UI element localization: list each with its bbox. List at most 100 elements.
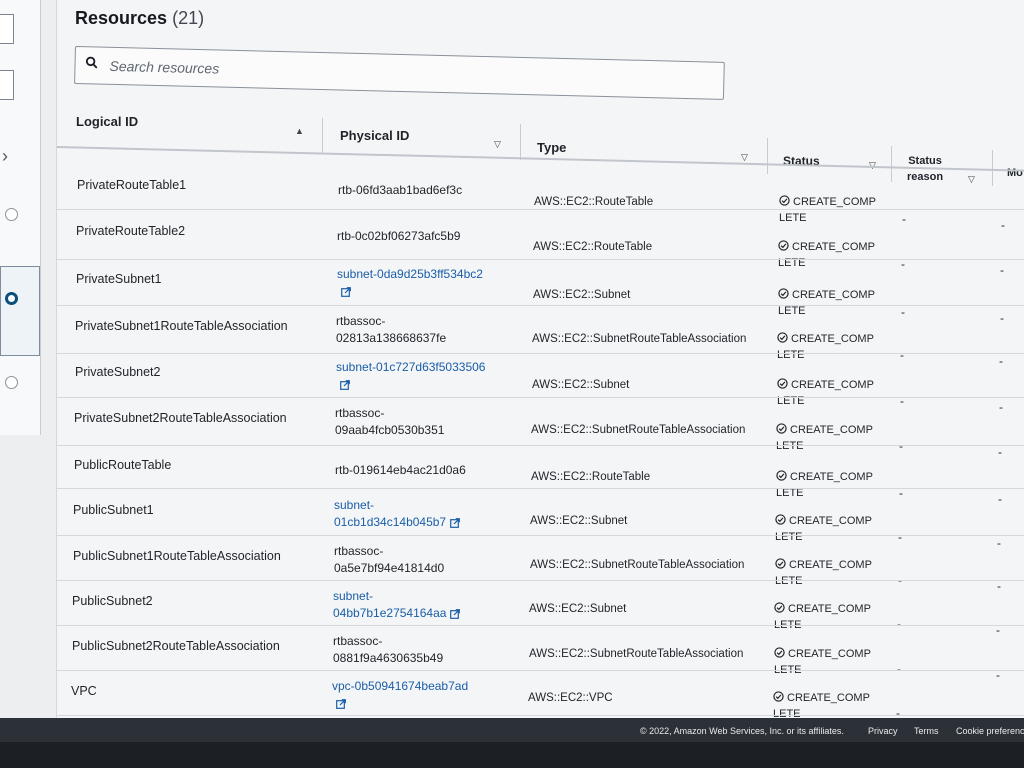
row-divider — [57, 209, 1024, 210]
physical-id-line-2[interactable]: 01cb1d34c14b045b7 — [334, 515, 446, 529]
footer-terms-link[interactable]: Terms — [914, 726, 939, 736]
external-link-icon[interactable] — [341, 286, 351, 297]
status-text: CREATE_COMP — [791, 333, 874, 345]
physical-id-line-1[interactable]: subnet- — [334, 497, 504, 514]
search-box[interactable] — [74, 46, 725, 100]
table-row[interactable]: PublicSubnet2RouteTableAssociation rtbass… — [57, 627, 1024, 682]
table-row[interactable]: PrivateRouteTable1 rtb-06fd3aab1bad6ef3c A… — [57, 168, 1024, 232]
physical-id-link[interactable]: subnet-01c727d63f5033506 — [336, 359, 506, 376]
physical-id-line-1: rtb-0c02bf06273afc5b9 — [337, 229, 461, 243]
column-header-type[interactable]: Type — [537, 140, 566, 155]
physical-id-line-1: rtbassoc- — [336, 314, 386, 328]
chevron-right-icon[interactable]: › — [2, 146, 8, 167]
physical-id: rtb-0c02bf06273afc5b9 — [337, 228, 507, 245]
sort-icon[interactable]: ▽ — [494, 139, 501, 150]
resource-type: AWS::EC2::VPC — [528, 692, 613, 704]
physical-id[interactable]: vpc-0b50941674beab7ad — [332, 678, 502, 712]
status-text: CREATE_COMP — [792, 241, 875, 253]
physical-id-line-1: rtbassoc- — [334, 544, 384, 558]
success-check-icon — [777, 332, 788, 343]
success-check-icon — [775, 514, 786, 525]
table-row[interactable]: PublicSubnet1 subnet- 01cb1d34c14b045b7 AWS… — [57, 492, 1024, 550]
resource-type: AWS::EC2::Subnet — [529, 603, 627, 615]
logical-id: PublicRouteTable — [74, 458, 172, 472]
row-divider — [57, 488, 1024, 489]
logical-id: VPC — [71, 684, 97, 698]
external-link-icon[interactable] — [450, 517, 461, 528]
physical-id-line-2[interactable]: 04bb7b1e2754164aa — [333, 606, 446, 620]
physical-id-line-1: rtb-019614eb4ac21d0a6 — [335, 463, 466, 477]
physical-id[interactable]: subnet-01c727d63f5033506 — [336, 359, 506, 393]
physical-id: rtb-06fd3aab1bad6ef3c — [338, 182, 508, 199]
resource-type: AWS::EC2::SubnetRouteTableAssociation — [531, 424, 746, 436]
stacks-list-panel: › — [0, 0, 41, 435]
collapsed-control[interactable] — [0, 14, 14, 44]
external-link-icon[interactable] — [450, 608, 461, 619]
resource-type: AWS::EC2::RouteTable — [531, 471, 651, 483]
logical-id: PublicSubnet2RouteTableAssociation — [72, 639, 280, 653]
physical-id[interactable]: subnet- 04bb7b1e2754164aa — [333, 588, 503, 622]
search-input[interactable] — [107, 53, 712, 93]
physical-id: rtbassoc- 09aab4fcb0530b351 — [335, 405, 505, 439]
status-text: CREATE_COMP — [791, 379, 874, 391]
row-divider — [57, 715, 1024, 716]
external-link-icon[interactable] — [340, 379, 350, 390]
status-text: CREATE_COMP — [789, 515, 872, 527]
success-check-icon — [776, 470, 787, 481]
row-divider — [57, 670, 1024, 671]
physical-id-line-1: rtbassoc- — [335, 406, 385, 420]
resources-count: (21) — [172, 8, 205, 28]
physical-id-line-2: 09aab4fcb0530b351 — [335, 423, 445, 437]
physical-id-line-1[interactable]: subnet- — [333, 588, 503, 605]
physical-id-line-1: rtbassoc- — [333, 634, 383, 648]
success-check-icon — [779, 195, 790, 206]
table-row[interactable]: PrivateSubnet1 subnet-0da9d25b3ff534bc2 AW… — [57, 262, 1024, 325]
column-divider[interactable] — [520, 124, 521, 160]
table-row[interactable]: PublicRouteTable rtb-019614eb4ac21d0a6 AWS… — [57, 447, 1024, 506]
column-divider[interactable] — [322, 118, 323, 154]
stack-radio-row[interactable] — [0, 198, 40, 234]
stack-radio-row[interactable] — [0, 282, 40, 318]
physical-id: rtbassoc- 0881f9a4630635b49 — [333, 633, 503, 667]
table-row[interactable]: PrivateRouteTable2 rtb-0c02bf06273afc5b9 A… — [57, 214, 1024, 277]
resource-type: AWS::EC2::Subnet — [533, 289, 631, 301]
footer-privacy-link[interactable]: Privacy — [868, 726, 898, 736]
physical-id-link[interactable]: vpc-0b50941674beab7ad — [332, 678, 502, 695]
footer-cookie-link[interactable]: Cookie preferences — [956, 726, 1024, 736]
physical-id[interactable]: subnet- 01cb1d34c14b045b7 — [334, 497, 504, 531]
row-divider — [57, 535, 1024, 536]
resource-type: AWS::EC2::SubnetRouteTableAssociation — [530, 559, 745, 571]
status-text: CREATE_COMP — [792, 289, 875, 301]
physical-id-line-1: rtb-06fd3aab1bad6ef3c — [338, 183, 463, 197]
logical-id: PrivateSubnet1 — [76, 272, 162, 286]
table-row[interactable]: PrivateSubnet2 subnet-01c727d63f5033506 AW… — [57, 354, 1024, 414]
table-row[interactable]: VPC vpc-0b50941674beab7ad AWS::EC2::VPC CRE… — [57, 672, 1024, 726]
column-header-physical-id[interactable]: Physical ID — [340, 128, 409, 143]
radio-button[interactable] — [5, 376, 18, 389]
table-row[interactable]: PublicSubnet1RouteTableAssociation rtbass… — [57, 537, 1024, 593]
physical-id-line-2: 0a5e7bf94e41814d0 — [334, 561, 445, 575]
physical-id[interactable]: subnet-0da9d25b3ff534bc2 — [337, 266, 507, 300]
physical-id-link[interactable]: subnet-0da9d25b3ff534bc2 — [337, 266, 507, 283]
footer-copyright: © 2022, Amazon Web Services, Inc. or its… — [640, 726, 844, 736]
external-link-icon[interactable] — [336, 698, 346, 709]
status-text: CREATE_COMP — [788, 648, 871, 660]
success-check-icon — [778, 288, 789, 299]
radio-button[interactable] — [5, 208, 18, 221]
success-check-icon — [774, 647, 785, 658]
physical-id: rtb-019614eb4ac21d0a6 — [335, 462, 505, 479]
collapsed-control[interactable] — [0, 70, 14, 100]
row-divider — [57, 259, 1024, 260]
screen: › Resources (21) Logical ID ▲ Physical — [0, 0, 1024, 730]
sort-ascending-icon[interactable]: ▲ — [295, 126, 304, 136]
table-row[interactable]: PublicSubnet2 subnet- 04bb7b1e2754164aa AWS… — [57, 582, 1024, 637]
column-header-logical-id[interactable]: Logical ID — [76, 114, 138, 129]
table-row[interactable]: PrivateSubnet2RouteTableAssociation rtbas… — [57, 400, 1024, 459]
stack-radio-row[interactable] — [0, 366, 40, 402]
radio-button-selected[interactable] — [5, 292, 18, 305]
table-row[interactable]: PrivateSubnet1RouteTableAssociation rtbas… — [57, 308, 1024, 368]
row-divider — [57, 580, 1024, 581]
row-divider — [57, 305, 1024, 306]
success-check-icon — [778, 240, 789, 251]
sort-icon[interactable]: ▽ — [741, 152, 748, 163]
